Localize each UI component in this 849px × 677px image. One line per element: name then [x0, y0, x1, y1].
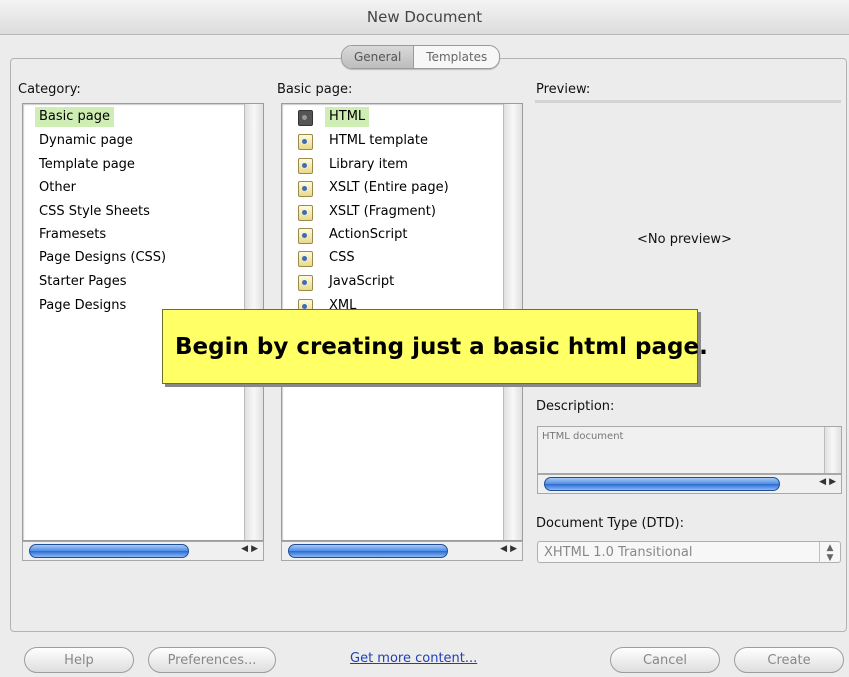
doctype-value: XHTML 1.0 Transitional [544, 545, 693, 560]
category-item[interactable]: Starter Pages [35, 272, 130, 292]
help-button[interactable]: Help [24, 647, 134, 673]
document-icon [298, 110, 313, 126]
scroll-arrows-icon[interactable]: ◀▶ [500, 544, 520, 554]
basic-page-item[interactable]: Library item [325, 155, 412, 175]
document-icon [298, 181, 313, 197]
horizontal-scrollbar[interactable]: ◀▶ [537, 474, 842, 494]
category-item[interactable]: Dynamic page [35, 131, 137, 151]
basic-page-item[interactable]: ActionScript [325, 225, 411, 245]
scroll-arrows-icon[interactable]: ◀▶ [241, 544, 261, 554]
basic-page-item[interactable]: XSLT (Entire page) [325, 178, 453, 198]
scroll-thumb[interactable] [544, 477, 780, 491]
preferences-button[interactable]: Preferences... [148, 647, 276, 673]
create-button[interactable]: Create [734, 647, 844, 673]
description-box: HTML document [537, 426, 842, 474]
tab-general[interactable]: General [342, 46, 415, 68]
tab-bar: General Templates [341, 45, 501, 69]
category-item[interactable]: Framesets [35, 225, 110, 245]
basic-page-item[interactable]: HTML template [325, 131, 432, 151]
preview-divider [535, 100, 841, 103]
document-icon [298, 205, 313, 221]
description-label: Description: [536, 399, 615, 414]
scroll-thumb[interactable] [288, 544, 448, 558]
category-item[interactable]: Page Designs [35, 296, 130, 316]
get-more-content-link[interactable]: Get more content... [350, 651, 477, 666]
vertical-scrollbar[interactable] [824, 427, 841, 473]
tutorial-callout: Begin by creating just a basic html page… [162, 309, 708, 384]
category-item[interactable]: Page Designs (CSS) [35, 248, 170, 268]
basic-page-item[interactable]: HTML [325, 107, 370, 127]
document-icon [298, 134, 313, 150]
updown-arrow-icon: ▲ ▼ [819, 542, 840, 563]
document-icon [298, 251, 313, 267]
category-item[interactable]: Template page [35, 155, 139, 175]
doctype-select[interactable]: XHTML 1.0 Transitional ▲ ▼ [537, 541, 841, 563]
document-icon [298, 158, 313, 174]
document-icon [298, 275, 313, 291]
preview-placeholder: <No preview> [637, 232, 732, 247]
document-icon [298, 228, 313, 244]
scroll-thumb[interactable] [29, 544, 189, 558]
doctype-label: Document Type (DTD): [536, 516, 684, 531]
scroll-arrows-icon[interactable]: ◀▶ [819, 477, 839, 487]
tab-templates[interactable]: Templates [414, 46, 499, 68]
category-item[interactable]: Basic page [35, 107, 115, 127]
horizontal-scrollbar[interactable]: ◀▶ [22, 541, 264, 561]
basic-page-item[interactable]: CSS [325, 248, 359, 268]
basic-page-item[interactable]: JavaScript [325, 272, 398, 292]
category-item[interactable]: CSS Style Sheets [35, 202, 154, 222]
category-item[interactable]: Other [35, 178, 80, 198]
horizontal-scrollbar[interactable]: ◀▶ [281, 541, 523, 561]
basic-page-item[interactable]: XSLT (Fragment) [325, 202, 440, 222]
description-text: HTML document [542, 431, 624, 442]
preview-label: Preview: [536, 82, 591, 97]
basic-page-label: Basic page: [277, 82, 353, 97]
category-label: Category: [18, 82, 81, 97]
cancel-button[interactable]: Cancel [610, 647, 720, 673]
window-title: New Document [0, 0, 849, 35]
